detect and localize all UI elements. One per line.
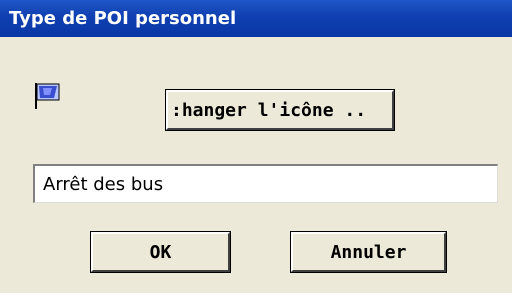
- ok-button[interactable]: OK: [90, 231, 231, 273]
- title-bar[interactable]: Type de POI personnel: [0, 0, 512, 37]
- dialog-body: :hanger l'icône .. OK Annuler: [0, 37, 512, 293]
- change-icon-button[interactable]: :hanger l'icône ..: [165, 89, 395, 131]
- poi-name-input[interactable]: [33, 164, 498, 203]
- window-title: Type de POI personnel: [9, 8, 237, 29]
- flag-icon: [34, 82, 64, 112]
- cancel-button[interactable]: Annuler: [290, 231, 447, 273]
